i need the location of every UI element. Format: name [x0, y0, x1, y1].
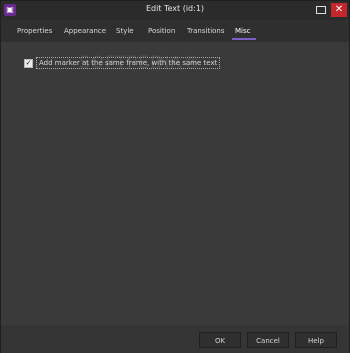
dialog-button-bar: OK Cancel Help [1, 325, 349, 353]
tab-appearance[interactable]: Appearance [64, 20, 106, 42]
tab-bar: Properties Appearance Style Position Tra… [1, 20, 349, 43]
misc-panel [1, 42, 349, 325]
active-tab-indicator [232, 38, 256, 40]
add-marker-label: Add marker at the same frame, with the s… [36, 57, 221, 69]
window-title: Edit Text (id:1) [145, 4, 205, 13]
edit-text-dialog: ▣ Edit Text (id:1) ✕ Properties Appearan… [0, 0, 350, 353]
maximize-button[interactable] [313, 3, 329, 17]
close-button[interactable]: ✕ [331, 3, 347, 17]
ok-button[interactable]: OK [199, 332, 241, 348]
tab-position[interactable]: Position [148, 20, 175, 42]
add-marker-option[interactable]: ✓ Add marker at the same frame, with the… [24, 57, 221, 69]
tab-style[interactable]: Style [116, 20, 134, 42]
tab-properties[interactable]: Properties [17, 20, 52, 42]
title-bar: ▣ Edit Text (id:1) ✕ [1, 1, 349, 20]
help-button[interactable]: Help [295, 332, 337, 348]
add-marker-checkbox[interactable]: ✓ [24, 58, 33, 68]
check-icon: ✓ [25, 58, 32, 67]
close-icon: ✕ [334, 4, 344, 15]
tab-transitions[interactable]: Transitions [187, 20, 225, 42]
cancel-button[interactable]: Cancel [247, 332, 289, 348]
maximize-icon [316, 6, 326, 14]
